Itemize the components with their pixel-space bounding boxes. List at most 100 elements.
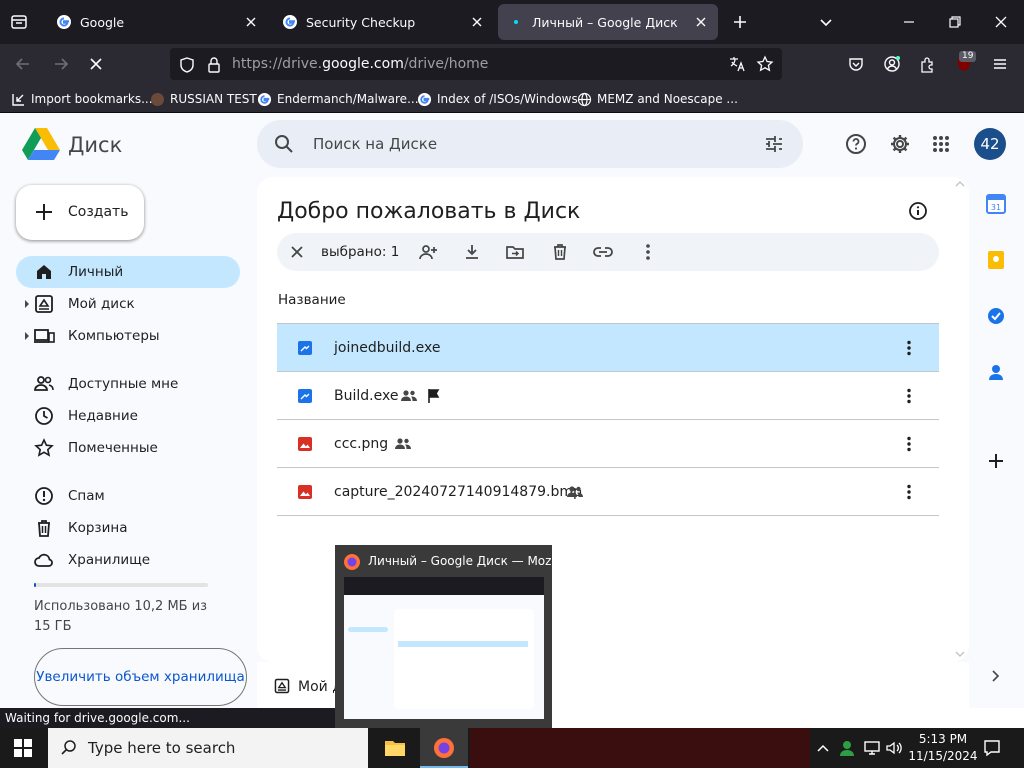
bookmark-endermanch[interactable]: Endermanch/Malware... [257,90,419,108]
taskbar-running-app[interactable] [470,728,810,768]
sidebar-item-trash[interactable]: Корзина [16,512,240,544]
delete-icon[interactable] [550,242,570,262]
network-icon[interactable] [863,739,881,757]
list-all-tabs-icon[interactable] [10,13,28,31]
plus-icon [34,202,54,222]
lock-icon[interactable] [206,56,222,74]
copy-link-icon[interactable] [593,242,613,262]
file-explorer-icon[interactable] [384,738,406,758]
tab-close-icon[interactable] [694,15,708,29]
more-vert-icon[interactable] [899,386,919,406]
tab-close-icon[interactable] [244,15,258,29]
google-favicon-icon [56,14,72,30]
globe-icon [577,92,592,107]
share-icon[interactable] [418,242,438,262]
stop-loading-icon[interactable] [87,55,105,73]
search-options-icon[interactable] [764,134,784,154]
bookmark-isos[interactable]: Index of /ISOs/Windows [417,90,578,108]
bookmark-label: Index of /ISOs/Windows [437,92,578,106]
tracking-protection-icon[interactable] [178,56,196,74]
help-icon[interactable] [845,133,867,155]
thumb-selected-row [398,641,528,647]
file-row[interactable]: ccc.png [277,420,939,468]
expand-caret-icon[interactable] [25,332,29,340]
settings-gear-icon[interactable] [889,133,911,155]
sidebar-item-storage[interactable]: Хранилище [16,544,240,576]
restore-icon[interactable] [946,13,964,31]
file-row[interactable]: capture_20240727140914879.bmp [277,468,939,516]
sidebar-item-home[interactable]: Личный [16,256,240,288]
image-file-icon [297,436,313,452]
calendar-icon[interactable]: 31 [986,194,1006,214]
bookmark-import[interactable]: Import bookmarks... [11,90,153,108]
storage-text: Использовано 10,2 МБ из 15 ГБ [34,599,208,634]
sidebar-item-computers[interactable]: Компьютеры [16,320,240,352]
chevron-down-icon[interactable] [817,13,835,31]
forward-icon[interactable] [52,55,70,73]
thumb-tabbar [344,577,544,595]
url-prefix: https://drive. [232,56,323,72]
tab-google-drive[interactable]: Личный – Google Диск [498,4,718,40]
info-icon[interactable] [908,201,928,221]
add-addon-icon[interactable] [986,451,1006,471]
sidebar-item-my-drive[interactable]: Мой диск [16,288,240,320]
tab-google[interactable]: Google [46,4,268,40]
url-text[interactable]: https://drive.google.com/drive/home [232,56,488,72]
file-row[interactable]: joinedbuild.exe [277,324,939,372]
translate-icon[interactable] [728,55,746,73]
tray-app-icon[interactable] [838,739,856,757]
upgrade-storage-button[interactable]: Увеличить объем хранилища [34,648,247,706]
windows-start-icon[interactable] [14,739,32,757]
star-icon [33,437,55,459]
hamburger-menu-icon[interactable] [991,55,1009,73]
sidebar-item-recent[interactable]: Недавние [16,400,240,432]
pocket-icon[interactable] [847,55,865,73]
bookmark-memz[interactable]: MEMZ and Noescape ... [577,90,738,108]
more-vert-icon[interactable] [899,482,919,502]
sidebar-item-starred[interactable]: Помеченные [16,432,240,464]
keep-icon[interactable] [986,250,1006,270]
move-to-folder-icon[interactable] [505,242,525,262]
expand-panel-icon[interactable] [988,668,1002,684]
file-row[interactable]: Build.exe [277,372,939,420]
clock-date: 11/15/2024 [908,749,978,763]
scroll-down-arrow-icon[interactable] [954,649,966,659]
extensions-icon[interactable] [919,55,937,73]
download-icon[interactable] [462,242,482,262]
sidebar-item-spam[interactable]: Спам [16,480,240,512]
tab-close-icon[interactable] [470,15,484,29]
expand-caret-icon[interactable] [25,300,29,308]
notifications-icon[interactable] [982,738,1002,758]
column-header-name[interactable]: Название [278,292,346,308]
account-icon[interactable] [883,55,901,73]
taskbar-clock[interactable]: 5:13 PM 11/15/2024 [908,731,978,765]
more-vert-icon[interactable] [899,338,919,358]
exe-file-icon [297,388,313,404]
sidebar-item-label: Спам [68,488,105,504]
more-vert-icon[interactable] [899,434,919,454]
search-icon[interactable] [274,134,294,154]
contacts-icon[interactable] [986,362,1006,382]
clear-selection-icon[interactable] [288,243,306,261]
bookmark-label: Endermanch/Malware... [277,92,419,106]
tasks-icon[interactable] [986,306,1006,326]
bookmark-russian-test[interactable]: RUSSIAN TEST [150,90,257,108]
sidebar-item-shared[interactable]: Доступные мне [16,368,240,400]
drive-title[interactable]: Диск [68,133,122,157]
back-icon[interactable] [14,55,32,73]
show-hidden-icons-icon[interactable] [816,741,830,755]
more-actions-icon[interactable] [638,242,658,262]
home-icon [33,261,55,283]
drive-logo-icon[interactable] [22,127,60,161]
trash-icon [33,517,55,539]
avatar[interactable]: 42 [974,128,1006,160]
storage-bar [34,583,208,587]
new-tab-icon[interactable] [731,13,749,31]
tab-security-checkup[interactable]: Security Checkup [272,4,494,40]
close-window-icon[interactable] [992,13,1010,31]
bookmark-star-icon[interactable] [756,55,774,73]
minimize-icon[interactable] [900,13,918,31]
scroll-up-arrow-icon[interactable] [954,179,966,189]
volume-icon[interactable] [885,739,903,757]
apps-grid-icon[interactable] [932,135,950,153]
